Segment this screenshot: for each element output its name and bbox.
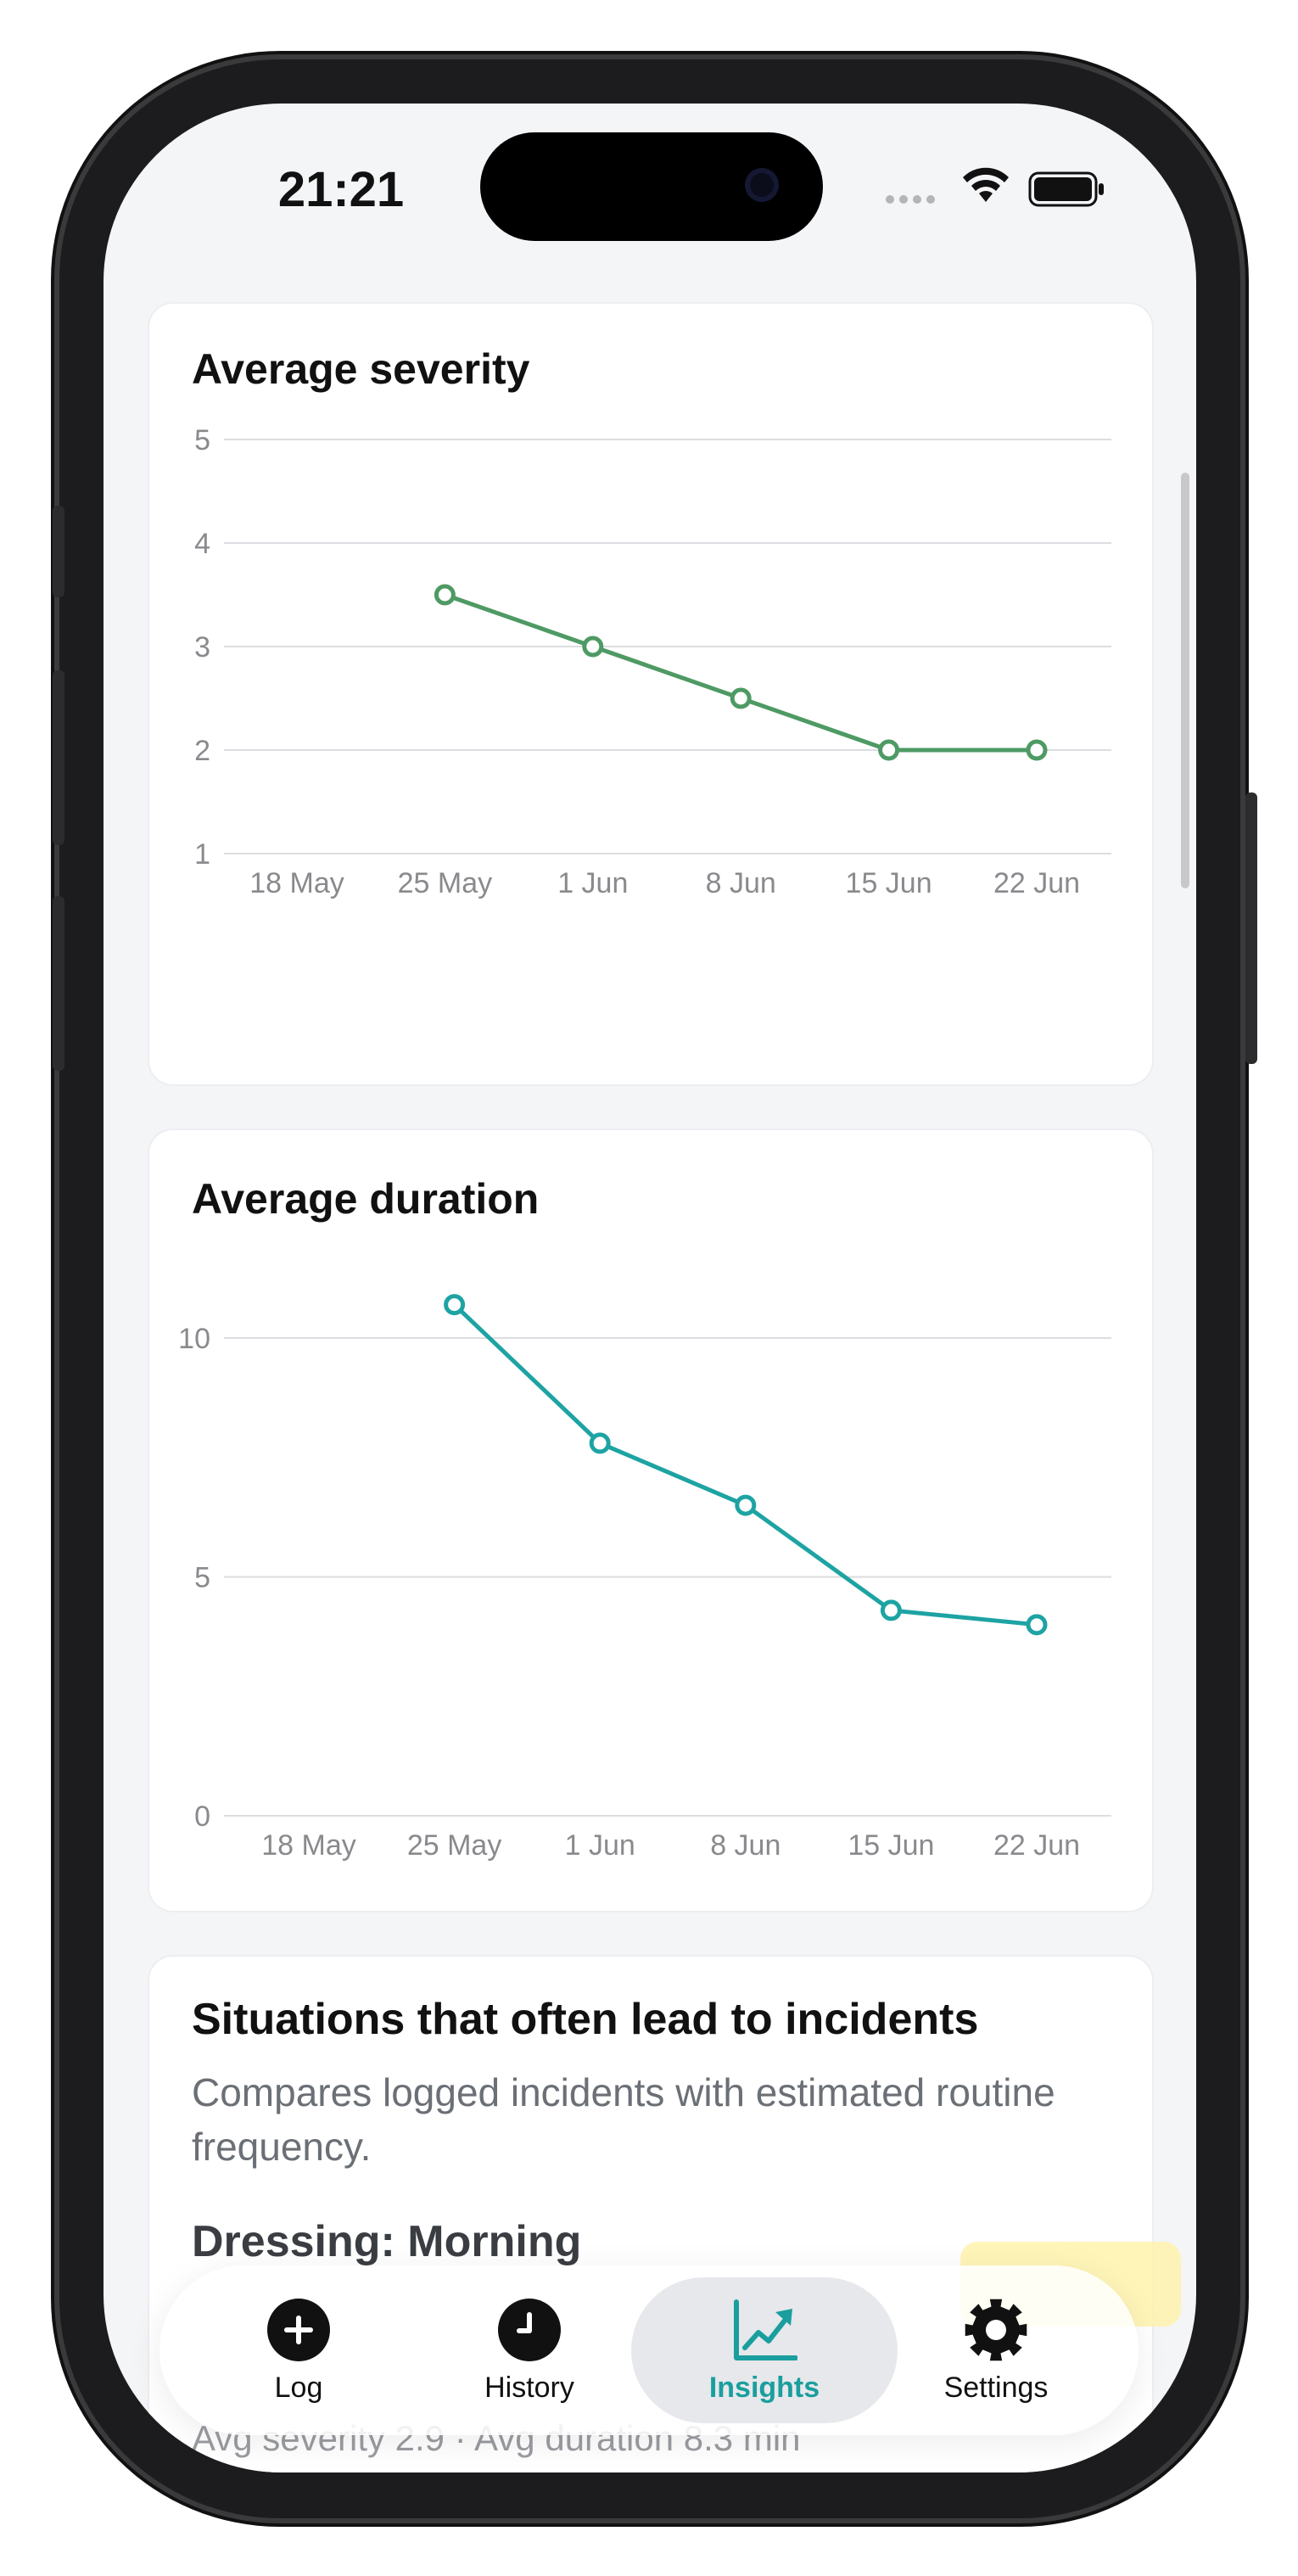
duration-x-tick-label: 18 May [261, 1829, 356, 1862]
duration-y-tick-label: 0 [194, 1800, 210, 1833]
tab-insights-label: Insights [708, 2371, 820, 2404]
wifi-icon [963, 167, 1009, 202]
duration-x-tick-label: 25 May [407, 1829, 501, 1862]
duration-data-point[interactable] [589, 1432, 611, 1454]
situations-title: Situations that often lead to incidents [192, 1995, 979, 2044]
cellular-signal-icon [886, 195, 935, 204]
duration-data-point[interactable] [444, 1294, 466, 1316]
volume-up-button [53, 670, 64, 845]
duration-x-tick-label: 8 Jun [710, 1829, 780, 1862]
power-button [1245, 792, 1257, 1064]
severity-data-point[interactable] [730, 687, 752, 709]
duration-y-tick-label: 5 [194, 1562, 210, 1594]
volume-down-button [53, 896, 64, 1071]
severity-data-point[interactable] [878, 739, 900, 761]
screen: 21:21 Average severity 1 2 3 4 5 18 May 25 May… [104, 104, 1196, 2472]
severity-y-tick-label: 5 [194, 424, 210, 456]
tab-bar: Log History Insights Settings [159, 2265, 1139, 2435]
severity-y-tick-label: 2 [194, 735, 210, 767]
duration-x-tick-label: 15 Jun [848, 1829, 934, 1862]
clock-icon [498, 2298, 561, 2361]
severity-data-point[interactable] [434, 584, 456, 606]
duration-data-point[interactable] [880, 1599, 902, 1621]
tab-insights[interactable]: Insights [631, 2277, 898, 2423]
severity-x-tick-label: 8 Jun [706, 867, 776, 899]
severity-y-tick-label: 1 [194, 838, 210, 871]
tab-history-label: History [484, 2371, 574, 2404]
camera-icon [745, 168, 779, 202]
severity-x-tick-label: 25 May [398, 867, 493, 899]
situation-dressing-morning[interactable]: Dressing: Morning [192, 2216, 581, 2267]
severity-x-tick-label: 1 Jun [557, 867, 628, 899]
duration-y-tick-label: 10 [178, 1323, 210, 1355]
severity-x-tick-label: 15 Jun [846, 867, 932, 899]
duration-card: Average duration 0 5 10 18 May 25 May 1 Jun 8 … [149, 1130, 1152, 1911]
action-button [53, 506, 64, 597]
severity-data-point[interactable] [1026, 739, 1048, 761]
tab-settings[interactable]: Settings [877, 2265, 1115, 2435]
tab-log[interactable]: Log [180, 2265, 417, 2435]
dynamic-island [480, 132, 823, 241]
duration-chart: 0 5 10 18 May 25 May 1 Jun 8 Jun 15 Jun 22 Jun [178, 1294, 1111, 1862]
severity-card: Average severity 1 2 3 4 5 18 May 25 May 1 Jun 8… [149, 304, 1152, 1084]
scrollbar[interactable] [1181, 473, 1189, 888]
severity-chart: 1 2 3 4 5 18 May 25 May 1 Jun 8 Jun 15 Jun 22 Jun [194, 424, 1111, 899]
severity-data-point[interactable] [582, 636, 604, 658]
tab-log-label: Log [274, 2371, 323, 2404]
chart-trend-icon [734, 2299, 797, 2360]
duration-data-point[interactable] [1026, 1614, 1048, 1636]
gear-icon [965, 2299, 1027, 2360]
situations-subtitle: Compares logged incidents with estimated… [192, 2070, 1055, 2169]
severity-series-line [444, 592, 1037, 753]
status-time: 21:21 [277, 162, 405, 217]
duration-data-point[interactable] [735, 1494, 757, 1516]
severity-y-tick-label: 3 [194, 631, 210, 664]
plus-circle-icon [267, 2298, 330, 2361]
severity-y-tick-label: 4 [194, 528, 210, 560]
duration-x-tick-label: 22 Jun [993, 1829, 1080, 1862]
tab-history[interactable]: History [411, 2265, 648, 2435]
severity-x-tick-label: 18 May [249, 867, 344, 899]
severity-x-tick-label: 22 Jun [993, 867, 1080, 899]
tab-settings-label: Settings [943, 2371, 1049, 2404]
battery-icon [1028, 171, 1104, 207]
duration-x-tick-label: 1 Jun [565, 1829, 635, 1862]
